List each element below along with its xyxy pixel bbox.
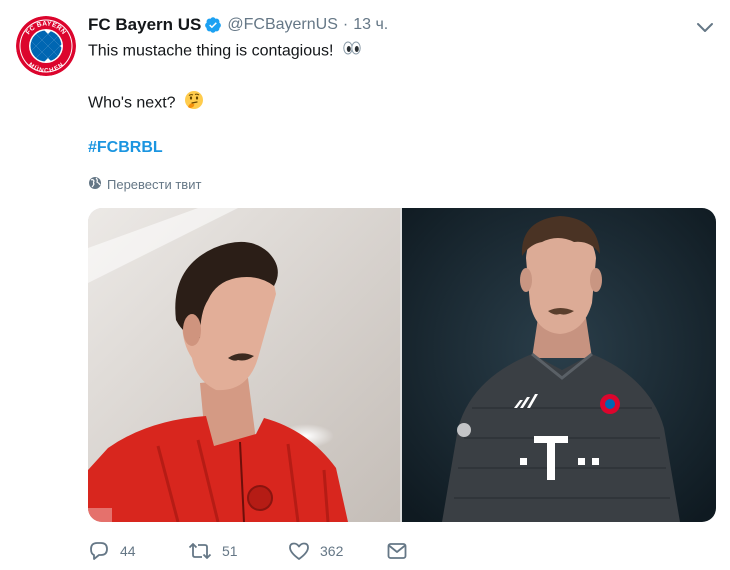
eyes-emoji: [342, 40, 362, 63]
globe-icon: [88, 176, 102, 193]
tweet-text-line-2: Who's next?: [88, 90, 204, 117]
like-count: 362: [320, 543, 344, 559]
hashtag-link[interactable]: #FCBRBL: [88, 139, 163, 157]
translate-label: Перевести твит: [107, 176, 202, 192]
heart-icon: [288, 540, 310, 562]
translate-tweet-button[interactable]: Перевести твит: [88, 175, 201, 193]
retweet-button[interactable]: 51: [188, 540, 288, 562]
reply-count: 44: [120, 543, 136, 559]
tweet-actions: 44 51 362: [88, 538, 408, 564]
envelope-icon: [386, 540, 408, 562]
fc-bayern-logo: FC BAYERN MÜNCHEN: [16, 16, 76, 76]
chevron-down-icon[interactable]: [694, 16, 716, 38]
tweet-timestamp[interactable]: 13 ч.: [353, 16, 388, 34]
thinking-face-emoji: [184, 90, 204, 117]
media-grid[interactable]: [88, 208, 716, 522]
reply-button[interactable]: 44: [88, 540, 188, 562]
tweet-header: FC Bayern US @FCBayernUS · 13 ч.: [88, 14, 388, 36]
author-handle[interactable]: @FCBayernUS: [227, 16, 338, 34]
photo-left[interactable]: [88, 208, 400, 522]
reply-icon: [88, 540, 110, 562]
verified-badge-icon: [204, 16, 222, 34]
direct-message-button[interactable]: [386, 540, 408, 562]
header-separator: ·: [342, 16, 349, 33]
photo-right[interactable]: [402, 208, 716, 522]
display-name[interactable]: FC Bayern US: [88, 15, 201, 35]
tweet-text-1: This mustache thing is contagious!: [88, 42, 334, 60]
like-button[interactable]: 362: [288, 540, 386, 562]
avatar[interactable]: FC BAYERN MÜNCHEN: [16, 16, 76, 76]
tweet[interactable]: FC BAYERN MÜNCHEN FC Bayern US @FCBayern…: [0, 0, 730, 570]
retweet-count: 51: [222, 543, 238, 559]
tweet-text-line-1: This mustache thing is contagious!: [88, 40, 362, 63]
retweet-icon: [188, 540, 212, 562]
tweet-text-2: Who's next?: [88, 94, 176, 112]
